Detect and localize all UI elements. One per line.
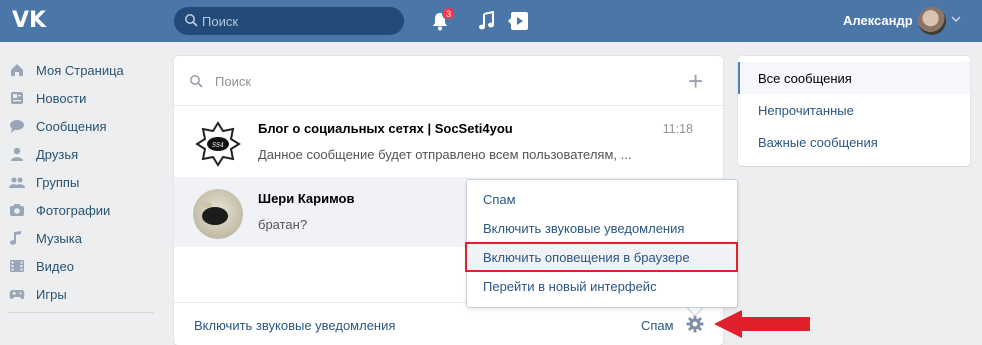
nav-item-photos[interactable]: Фотографии — [0, 196, 150, 224]
svg-text:SS4: SS4 — [212, 142, 224, 149]
dialog-name: Блог о социальных сетях | SocSeti4you — [258, 121, 513, 136]
nav-item-my-page[interactable]: Моя Страница — [0, 56, 150, 84]
dialog-preview: Данное сообщение будет отправлено всем п… — [258, 147, 632, 162]
nav-divider — [8, 312, 154, 313]
dialog-time: 11:18 — [662, 122, 693, 136]
video-play-icon[interactable] — [508, 10, 530, 32]
filter-label: Все сообщения — [758, 71, 852, 86]
nav-item-messages[interactable]: Сообщения — [0, 112, 150, 140]
header-search-input[interactable]: Поиск — [174, 7, 404, 35]
menu-item-label: Включить звуковые уведомления — [483, 221, 685, 236]
news-icon — [11, 92, 23, 104]
nav-label: Музыка — [36, 231, 82, 246]
messages-search-input[interactable]: Поиск + — [174, 56, 723, 106]
spam-link[interactable]: Спам — [641, 318, 674, 333]
home-icon — [11, 64, 23, 76]
music-icon — [10, 231, 21, 245]
nav-item-games[interactable]: Игры — [0, 280, 150, 308]
nav-item-video[interactable]: Видео — [0, 252, 150, 280]
messages-icon — [10, 120, 24, 133]
nav-item-music[interactable]: Музыка — [0, 224, 150, 252]
nav-item-groups[interactable]: Группы — [0, 168, 150, 196]
menu-item-new-interface[interactable]: Перейти в новый интерфейс — [467, 272, 737, 301]
vk-logo[interactable]: VK — [12, 10, 46, 32]
search-icon — [190, 75, 203, 88]
camera-icon — [10, 204, 24, 216]
nav-label: Новости — [36, 91, 87, 106]
friend-icon — [11, 147, 23, 161]
header-search-placeholder: Поиск — [202, 14, 239, 29]
red-arrow-annotation — [714, 310, 810, 338]
gear-icon[interactable] — [686, 315, 704, 333]
nav-label: Видео — [36, 259, 74, 274]
search-icon — [185, 14, 198, 27]
top-bar: VK Поиск 3 Александр — [0, 0, 982, 42]
nav-label: Сообщения — [36, 119, 107, 134]
filter-all-messages[interactable]: Все сообщения — [738, 62, 970, 94]
nav-label: Группы — [36, 175, 80, 190]
nav-label: Моя Страница — [36, 63, 124, 78]
enable-sound-link[interactable]: Включить звуковые уведомления — [194, 318, 395, 333]
nav-item-news[interactable]: Новости — [0, 84, 150, 112]
video-icon — [10, 260, 24, 272]
nav-label: Фотографии — [36, 203, 111, 218]
avatar[interactable] — [918, 7, 946, 35]
dialog-preview: братан? — [258, 217, 308, 232]
dialog-name: Шери Каримов — [258, 191, 355, 206]
menu-item-label: Перейти в новый интерфейс — [483, 279, 657, 294]
gamepad-icon — [9, 290, 25, 300]
messages-footer: Включить звуковые уведомления Спам — [174, 302, 723, 345]
menu-item-spam[interactable]: Спам — [467, 185, 737, 214]
avatar: SS4 — [193, 119, 243, 169]
filter-label: Важные сообщения — [758, 135, 878, 150]
filter-unread[interactable]: Непрочитанные — [738, 94, 970, 126]
music-icon[interactable] — [478, 11, 496, 31]
groups-icon — [9, 177, 25, 188]
menu-item-label: Спам — [483, 192, 516, 207]
dialog-row[interactable]: SS4 Блог о социальных сетях | SocSeti4yo… — [174, 107, 723, 177]
chevron-down-icon[interactable] — [951, 15, 961, 23]
nav-item-friends[interactable]: Друзья — [0, 140, 150, 168]
filter-panel: Все сообщения Непрочитанные Важные сообщ… — [738, 56, 970, 166]
avatar — [193, 189, 243, 239]
nav-label: Друзья — [36, 147, 79, 162]
messages-search-placeholder: Поиск — [215, 74, 252, 89]
highlight-box — [465, 242, 738, 272]
new-message-button[interactable]: + — [688, 68, 703, 94]
nav-label: Игры — [36, 287, 67, 302]
menu-item-enable-sound[interactable]: Включить звуковые уведомления — [467, 214, 737, 243]
notification-badge: 3 — [442, 7, 455, 20]
filter-label: Непрочитанные — [758, 103, 854, 118]
user-name[interactable]: Александр — [843, 13, 913, 28]
filter-important[interactable]: Важные сообщения — [738, 126, 970, 158]
